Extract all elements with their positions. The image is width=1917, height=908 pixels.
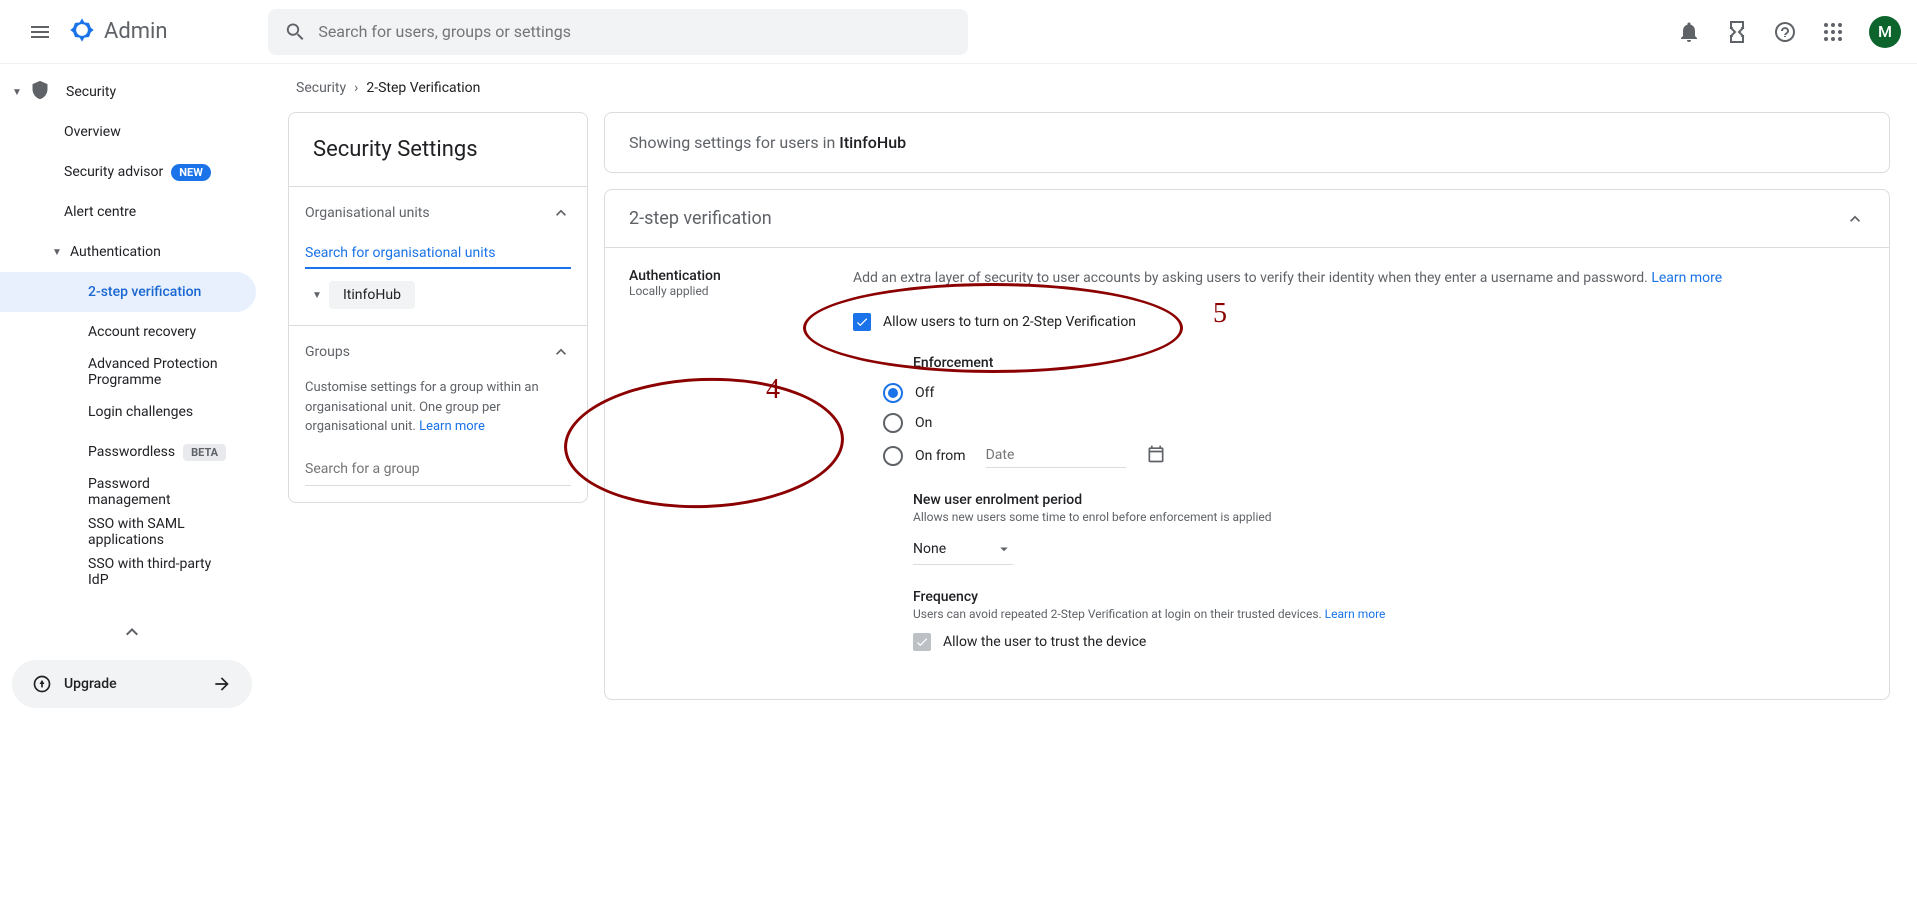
enrolment-title: New user enrolment period — [913, 492, 1865, 508]
learn-more-link[interactable]: Learn more — [1651, 270, 1722, 286]
breadcrumb-current: 2-Step Verification — [366, 80, 480, 96]
sidebar-collapse-button[interactable] — [0, 612, 264, 652]
two-step-panel: 2-step verification Authentication Local… — [604, 189, 1890, 700]
sidebar-item-sso-third-party[interactable]: SSO with third-party IdP — [0, 552, 256, 592]
caret-down-icon: ▼ — [52, 247, 64, 258]
annotation-number-5: 5 — [1213, 298, 1227, 330]
groups-learn-more-link[interactable]: Learn more — [419, 419, 485, 434]
new-badge: NEW — [171, 164, 211, 181]
upgrade-button[interactable]: Upgrade — [12, 660, 252, 708]
calendar-button[interactable] — [1146, 444, 1166, 468]
caret-down-icon[interactable]: ▼ — [305, 290, 329, 301]
enrolment-period-select[interactable]: None — [913, 534, 1013, 565]
app-header: Admin M — [0, 0, 1917, 64]
app-title: Admin — [104, 19, 168, 44]
frequency-learn-more-link[interactable]: Learn more — [1325, 607, 1386, 621]
hamburger-icon — [28, 20, 52, 44]
enforcement-on-radio[interactable] — [883, 413, 903, 433]
org-unit-search-input[interactable] — [305, 239, 571, 269]
panel-header[interactable]: 2-step verification — [605, 190, 1889, 247]
panel-section-title: Authentication — [629, 268, 829, 284]
radio-label: On from — [915, 448, 966, 464]
org-units-section-header[interactable]: Organisational units — [289, 187, 587, 239]
notifications-button[interactable] — [1669, 12, 1709, 52]
sidebar-item-2-step-verification[interactable]: 2-step verification — [0, 272, 256, 312]
sidebar-item-password-management[interactable]: Password management — [0, 472, 256, 512]
beta-badge: BETA — [183, 444, 226, 461]
shield-icon — [30, 80, 50, 104]
org-unit-item[interactable]: ItinfoHub — [329, 281, 415, 309]
search-icon — [284, 20, 307, 44]
sidebar-item-authentication[interactable]: ▼Authentication — [0, 232, 256, 272]
sidebar-item-login-challenges[interactable]: Login challenges — [0, 392, 256, 432]
sidebar-item-alert-centre[interactable]: Alert centre — [0, 192, 256, 232]
enrolment-desc: Allows new users some time to enrol befo… — [913, 510, 1865, 524]
frequency-desc: Users can avoid repeated 2-Step Verifica… — [913, 607, 1865, 621]
bell-icon — [1677, 20, 1701, 44]
enforcement-date-input[interactable] — [986, 443, 1126, 468]
upgrade-badge-icon — [32, 674, 52, 694]
sidebar-item-account-recovery[interactable]: Account recovery — [0, 312, 256, 352]
check-icon — [915, 635, 929, 649]
arrow-right-icon — [212, 674, 232, 694]
trust-device-checkbox[interactable] — [913, 633, 931, 651]
sidebar-item-security[interactable]: ▼ Security — [0, 72, 256, 112]
groups-section-header[interactable]: Groups — [289, 326, 587, 378]
chevron-up-icon — [551, 203, 571, 223]
allow-2sv-row: 5 Allow users to turn on 2-Step Verifica… — [853, 313, 1865, 331]
sidebar-item-sso-saml[interactable]: SSO with SAML applications — [0, 512, 256, 552]
help-icon — [1773, 20, 1797, 44]
context-banner: Showing settings for users in ItinfoHub — [604, 112, 1890, 173]
group-search-input[interactable] — [305, 453, 571, 486]
security-settings-card: Security Settings Organisational units ▼… — [288, 112, 588, 503]
help-button[interactable] — [1765, 12, 1805, 52]
dropdown-icon — [995, 540, 1013, 558]
apps-button[interactable] — [1813, 12, 1853, 52]
breadcrumb: Security › 2-Step Verification — [288, 64, 1890, 112]
app-logo[interactable]: Admin — [68, 16, 168, 48]
chevron-right-icon: › — [354, 80, 358, 96]
global-search[interactable] — [268, 9, 969, 55]
enforcement-off-radio[interactable] — [883, 383, 903, 403]
chevron-up-icon — [1845, 209, 1865, 229]
nav-label: Security — [66, 84, 116, 100]
main-menu-button[interactable] — [16, 8, 64, 56]
calendar-icon — [1146, 444, 1166, 464]
check-icon — [855, 315, 869, 329]
sidebar-item-security-advisor[interactable]: Security advisorNEW — [0, 152, 256, 192]
trust-device-label: Allow the user to trust the device — [943, 634, 1146, 650]
panel-description: Add an extra layer of security to user a… — [853, 268, 1865, 289]
radio-label: On — [915, 415, 932, 431]
enforcement-on-from-radio[interactable] — [883, 446, 903, 466]
apps-grid-icon — [1821, 20, 1845, 44]
tasks-button[interactable] — [1717, 12, 1757, 52]
enforcement-heading: Enforcement — [913, 355, 1865, 371]
chevron-up-icon — [551, 342, 571, 362]
sidebar-item-passwordless[interactable]: PasswordlessBETA — [0, 432, 256, 472]
account-avatar[interactable]: M — [1869, 16, 1901, 48]
sidebar-item-advanced-protection[interactable]: Advanced Protection Programme — [0, 352, 256, 392]
frequency-title: Frequency — [913, 589, 1865, 605]
radio-label: Off — [915, 385, 934, 401]
hourglass-icon — [1725, 20, 1749, 44]
breadcrumb-security[interactable]: Security — [296, 80, 346, 96]
sidebar: ▼ Security Overview Security advisorNEW … — [0, 64, 264, 724]
caret-down-icon: ▼ — [12, 87, 24, 98]
panel-section-subtitle: Locally applied — [629, 284, 829, 298]
main-content: Security › 2-Step Verification Security … — [264, 64, 1914, 724]
chevron-up-icon — [120, 620, 144, 644]
allow-2sv-checkbox[interactable] — [853, 313, 871, 331]
card-title: Security Settings — [289, 113, 587, 186]
admin-logo-icon — [68, 16, 96, 48]
sidebar-item-overview[interactable]: Overview — [0, 112, 256, 152]
groups-description: Customise settings for a group within an… — [305, 378, 571, 437]
allow-2sv-label: Allow users to turn on 2-Step Verificati… — [883, 314, 1136, 330]
search-input[interactable] — [318, 22, 952, 41]
